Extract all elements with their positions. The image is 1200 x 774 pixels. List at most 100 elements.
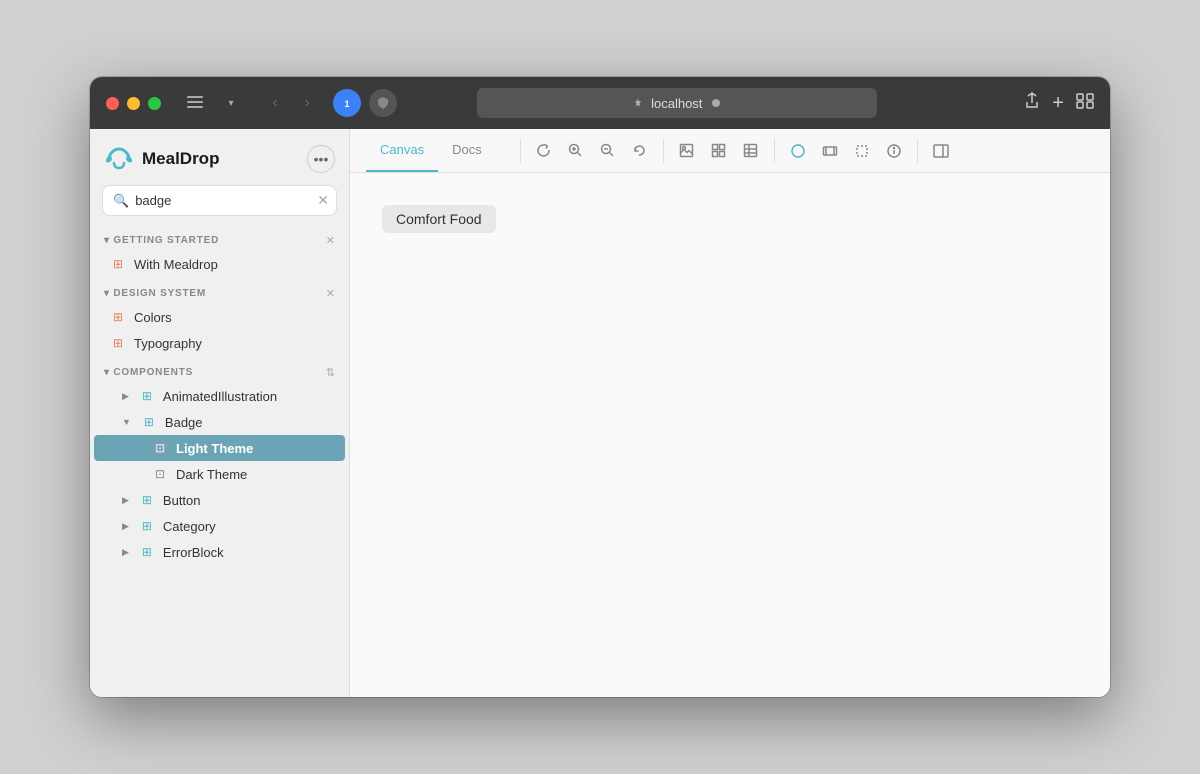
toolbar-divider-1 (520, 139, 521, 163)
dropdown-icon[interactable]: ▾ (217, 89, 245, 117)
extension-shield-icon[interactable] (369, 89, 397, 117)
search-input[interactable] (135, 193, 311, 208)
sidebar-item-category[interactable]: ▶ ⊞ Category (94, 513, 345, 539)
resize-tool-button[interactable] (815, 136, 845, 166)
section-header-getting-started[interactable]: ▾ GETTING STARTED ✕ (90, 228, 349, 251)
traffic-lights (106, 97, 161, 110)
sidebar-icon (181, 89, 209, 117)
search-box: 🔍 ✕ (102, 185, 337, 216)
toolbar-divider-4 (917, 139, 918, 163)
sidebar-item-errorblock[interactable]: ▶ ⊞ ErrorBlock (94, 539, 345, 565)
info-button[interactable] (879, 136, 909, 166)
toolbar-tools-group (783, 136, 909, 166)
refresh-button[interactable] (529, 136, 559, 166)
colors-page-icon: ⊞ (110, 309, 126, 325)
svg-text:1: 1 (344, 99, 349, 109)
section-label-components: ▾ COMPONENTS (104, 367, 193, 378)
search-clear-icon[interactable]: ✕ (317, 192, 329, 209)
url-bar[interactable]: localhost (477, 88, 877, 118)
dark-theme-component-icon: ⊡ (152, 466, 168, 482)
sidebar-item-animated-illustration[interactable]: ▶ ⊞ AnimatedIllustration (94, 383, 345, 409)
section-components: ▾ COMPONENTS ⇅ ▶ ⊞ AnimatedIllustration … (90, 360, 349, 565)
nav-label-animated-illustration: AnimatedIllustration (163, 389, 277, 404)
close-button[interactable] (106, 97, 119, 110)
category-chevron-icon: ▶ (122, 521, 129, 532)
typography-page-icon: ⊞ (110, 335, 126, 351)
toolbar-view-group (672, 136, 766, 166)
nav-label-light-theme: Light Theme (176, 441, 253, 456)
logo-icon (104, 147, 134, 171)
section-header-components[interactable]: ▾ COMPONENTS ⇅ (90, 360, 349, 383)
nav-controls: ‹ › (261, 89, 321, 117)
sidebar: MealDrop ••• 🔍 ✕ ▾ GETTING STARTED ✕ (90, 129, 350, 697)
page-icon: ⊞ (110, 256, 126, 272)
category-grid-icon: ⊞ (139, 518, 155, 534)
nav-label-errorblock: ErrorBlock (163, 545, 224, 560)
canvas-badge: Comfort Food (382, 205, 496, 233)
frame-tool-button[interactable] (847, 136, 877, 166)
zoom-out-button[interactable] (593, 136, 623, 166)
section-collapse-getting-started[interactable]: ✕ (326, 234, 335, 247)
sidebar-item-badge[interactable]: ▼ ⊞ Badge (94, 409, 345, 435)
light-theme-component-icon: ⊡ (152, 440, 168, 456)
errorblock-chevron-icon: ▶ (122, 547, 129, 558)
search-icon: 🔍 (113, 193, 129, 209)
image-view-button[interactable] (672, 136, 702, 166)
app-content: MealDrop ••• 🔍 ✕ ▾ GETTING STARTED ✕ (90, 129, 1110, 697)
badge-grid-icon: ⊞ (141, 414, 157, 430)
toolbar-divider-3 (774, 139, 775, 163)
logo-text: MealDrop (142, 149, 219, 169)
extension-password-icon[interactable]: 1 (333, 89, 361, 117)
back-button[interactable]: ‹ (261, 89, 289, 117)
nav-label-with-mealdrop: With Mealdrop (134, 257, 218, 272)
main-content: Canvas Docs (350, 129, 1110, 697)
grid-view-button[interactable] (704, 136, 734, 166)
sidebar-item-dark-theme[interactable]: ⊡ Dark Theme (94, 461, 345, 487)
sidebar-item-with-mealdrop[interactable]: ⊞ With Mealdrop (94, 251, 345, 277)
minimize-button[interactable] (127, 97, 140, 110)
component-grid-icon: ⊞ (139, 388, 155, 404)
share-icon[interactable] (1024, 92, 1040, 115)
sidebar-toggle[interactable]: ▾ (181, 89, 245, 117)
forward-button[interactable]: › (293, 89, 321, 117)
button-chevron-icon: ▶ (122, 495, 129, 506)
sidebar-item-typography[interactable]: ⊞ Typography (94, 330, 345, 356)
titlebar: ▾ ‹ › 1 localhost (90, 77, 1110, 129)
toolbar: Canvas Docs (350, 129, 1110, 173)
section-collapse-design-system[interactable]: ✕ (326, 287, 335, 300)
toolbar-tabs: Canvas Docs (366, 129, 496, 172)
tab-canvas[interactable]: Canvas (366, 129, 438, 172)
sidebar-nav: ▾ GETTING STARTED ✕ ⊞ With Mealdrop ▾ DE… (90, 228, 349, 697)
nav-label-category: Category (163, 519, 216, 534)
maximize-button[interactable] (148, 97, 161, 110)
section-header-design-system[interactable]: ▾ DESIGN SYSTEM ✕ (90, 281, 349, 304)
sidebar-item-button[interactable]: ▶ ⊞ Button (94, 487, 345, 513)
nav-label-typography: Typography (134, 336, 202, 351)
sidebar-item-colors[interactable]: ⊞ Colors (94, 304, 345, 330)
sidebar-item-light-theme[interactable]: ⊡ Light Theme (94, 435, 345, 461)
panel-toggle-button[interactable] (926, 136, 956, 166)
circle-tool-button[interactable] (783, 136, 813, 166)
chevron-down-icon: ▼ (122, 417, 131, 427)
nav-label-dark-theme: Dark Theme (176, 467, 247, 482)
titlebar-right-controls: + (1024, 92, 1094, 115)
toolbar-divider-2 (663, 139, 664, 163)
tab-docs[interactable]: Docs (438, 129, 496, 172)
zoom-in-button[interactable] (561, 136, 591, 166)
section-label-getting-started: ▾ GETTING STARTED (104, 235, 219, 246)
canvas-area: Comfort Food (350, 173, 1110, 697)
more-options-button[interactable]: ••• (307, 145, 335, 173)
table-view-button[interactable] (736, 136, 766, 166)
toolbar-zoom-group (529, 136, 655, 166)
section-sort-components[interactable]: ⇅ (326, 366, 335, 379)
app-window: ▾ ‹ › 1 localhost (90, 77, 1110, 697)
section-getting-started: ▾ GETTING STARTED ✕ ⊞ With Mealdrop (90, 228, 349, 277)
section-design-system: ▾ DESIGN SYSTEM ✕ ⊞ Colors ⊞ Typography (90, 281, 349, 356)
nav-label-colors: Colors (134, 310, 172, 325)
tab-overview-icon[interactable] (1076, 93, 1094, 114)
new-tab-icon[interactable]: + (1052, 92, 1064, 115)
errorblock-grid-icon: ⊞ (139, 544, 155, 560)
button-grid-icon: ⊞ (139, 492, 155, 508)
url-text: localhost (651, 96, 702, 111)
reset-zoom-button[interactable] (625, 136, 655, 166)
